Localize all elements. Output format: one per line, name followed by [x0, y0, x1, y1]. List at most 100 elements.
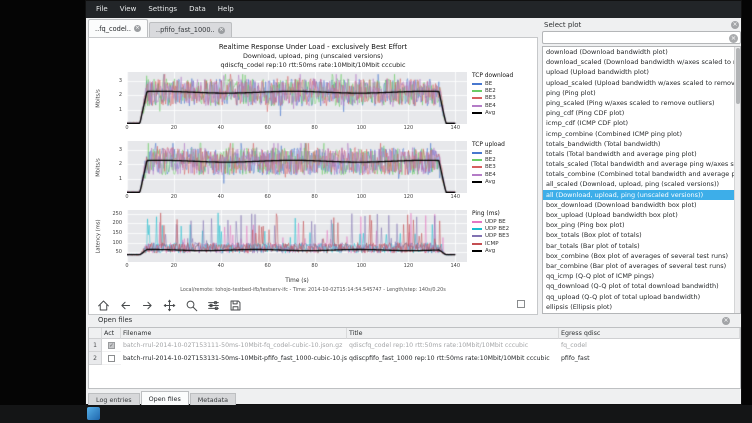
column-header-egress-qdisc[interactable]: Egress qdisc	[559, 328, 740, 339]
back-icon[interactable]	[119, 297, 132, 310]
dock-tab-open-files[interactable]: Open files	[141, 391, 189, 406]
plot-canvas-1[interactable]	[127, 72, 467, 124]
menu-data[interactable]: Data	[183, 1, 212, 18]
act-cell: ✓	[102, 339, 121, 352]
x-tick: 100	[357, 125, 367, 131]
legend-label: BE	[485, 81, 492, 87]
plot-list-item[interactable]: qq_upload (Q-Q plot of total upload band…	[543, 292, 740, 302]
plot-list-scrollbar[interactable]	[734, 47, 740, 313]
y-tick: 3	[119, 78, 122, 84]
figure-subtitle-2: qdiscfq_codel rep:10 rtt:50ms rate:10Mbi…	[91, 61, 535, 69]
plot-option-checkbox[interactable]	[517, 300, 525, 308]
save-icon[interactable]	[229, 297, 242, 310]
plot-list-item[interactable]: box_ping (Ping box plot)	[543, 220, 740, 230]
y-axis-label: Latency (ms)	[96, 215, 103, 259]
x-tick: 140	[450, 125, 460, 131]
menu-file[interactable]: File	[90, 1, 114, 18]
zoom-icon[interactable]	[185, 297, 198, 310]
plot-list-item[interactable]: box_combine (Box plot of averages of sev…	[543, 251, 740, 261]
column-header-title[interactable]: Title	[347, 328, 559, 339]
plot-list-item[interactable]: ping_cdf (Ping CDF plot)	[543, 108, 740, 118]
plot-list-item[interactable]: all_scaled (Download, upload, ping (scal…	[543, 179, 740, 189]
legend-label: BE3	[485, 95, 496, 101]
plot-canvas-2[interactable]	[127, 141, 467, 193]
title-cell: qdiscfq_codel rep:10 rtt:50ms rate:10Mbi…	[347, 339, 559, 352]
plot-list-item[interactable]: totals_scaled (Total bandwidth and avera…	[543, 159, 740, 169]
plot-list-item[interactable]: ping_scaled (Ping w/axes scaled to remov…	[543, 98, 740, 108]
file-tab-1[interactable]: ..fq_codel..×	[88, 19, 148, 37]
plot-list-item[interactable]: all (Download, upload, ping (unscaled ve…	[543, 190, 740, 200]
legend-swatch	[472, 221, 482, 223]
plot-list-item[interactable]: icmp_combine (Combined ICMP ping plot)	[543, 129, 740, 139]
column-header-act[interactable]: Act	[102, 328, 121, 339]
legend-label: UDP BE2	[485, 226, 509, 232]
plot-list-item[interactable]: bar_totals (Bar plot of totals)	[543, 241, 740, 251]
y-tick: 100	[112, 240, 122, 246]
plot-list-item[interactable]: download_scaled (Download bandwidth w/ax…	[543, 57, 740, 67]
tab-close-icon[interactable]: ×	[218, 27, 225, 34]
legend-item: ICMP	[472, 240, 534, 247]
plot-list-item[interactable]: ellipsis (Ellipsis plot)	[543, 302, 740, 312]
plot-list-item[interactable]: upload (Upload bandwidth plot)	[543, 67, 740, 77]
plot-list-item[interactable]: upload_scaled (Upload bandwidth w/axes s…	[543, 78, 740, 88]
menu-settings[interactable]: Settings	[142, 1, 183, 18]
menu-help[interactable]: Help	[212, 1, 240, 18]
plot-list-item[interactable]: icmp_cdf (ICMP CDF plot)	[543, 118, 740, 128]
file-tab-2[interactable]: ..pfifo_fast_1000..×	[149, 22, 232, 37]
legend-item: BE2	[472, 87, 534, 94]
legend-title: Ping (ms)	[472, 211, 534, 217]
panel-close-icon[interactable]: ×	[731, 21, 739, 29]
table-row[interactable]: 1✓batch-rrul-2014-10-02T153111-50ms-10Mb…	[89, 339, 740, 352]
configure-icon[interactable]	[207, 297, 220, 310]
y-tick: 150	[112, 230, 122, 236]
legend-item: BE3	[472, 164, 534, 171]
plot-list-item[interactable]: box_upload (Upload bandwidth box plot)	[543, 210, 740, 220]
filename-cell: batch-rrul-2014-10-02T153111-50ms-10Mbit…	[121, 339, 347, 352]
home-icon[interactable]	[97, 297, 110, 310]
plot-list-item[interactable]: totals_combine (Combined total bandwidth…	[543, 169, 740, 179]
plot-list-item[interactable]: bar_combine (Bar plot of averages of sev…	[543, 261, 740, 271]
plot-list-item[interactable]: download (Download bandwidth plot)	[543, 47, 740, 57]
x-tick: 40	[218, 194, 224, 200]
plot-list-item[interactable]: box_download (Download bandwidth box plo…	[543, 200, 740, 210]
plot-filter-input[interactable]	[545, 32, 725, 43]
forward-icon[interactable]	[141, 297, 154, 310]
y-tick: 2	[119, 92, 122, 98]
pan-icon[interactable]	[163, 297, 176, 310]
x-tick: 120	[404, 125, 414, 131]
legend-item: BE2	[472, 156, 534, 163]
column-header-filename[interactable]: Filename	[121, 328, 347, 339]
legend-item: Avg	[472, 248, 534, 255]
table-row[interactable]: 2batch-rrul-2014-10-02T153131-50ms-10Mbi…	[89, 352, 740, 365]
plot-list-item[interactable]: totals (Total bandwidth and average ping…	[543, 149, 740, 159]
clear-filter-icon[interactable]: ×	[729, 34, 738, 43]
dock-close-icon[interactable]: ×	[722, 317, 730, 325]
legend-swatch	[472, 166, 482, 168]
plot-list-item[interactable]: box_totals (Box plot of totals)	[543, 230, 740, 240]
legend-item: BE4	[472, 171, 534, 178]
legend-label: BE4	[485, 103, 496, 109]
y-axis-label: Mbits/s	[96, 146, 103, 190]
scrollbar-thumb[interactable]	[736, 48, 740, 104]
plot-list-item[interactable]: qq_download (Q-Q plot of total download …	[543, 281, 740, 291]
x-tick: 120	[404, 194, 414, 200]
plot-filter-box: ×	[542, 31, 741, 44]
act-checkbox[interactable]: ✓	[108, 342, 115, 349]
table-header-row: ActFilenameTitleEgress qdisc	[89, 328, 740, 339]
tab-close-icon[interactable]: ×	[134, 25, 141, 32]
legend: TCP downloadBEBE2BE3BE4Avg	[472, 73, 534, 117]
subplot-1: Mbits/s123020406080100120140TCP download…	[91, 72, 535, 139]
plot-list-item[interactable]: qq_icmp (Q-Q plot of ICMP pings)	[543, 271, 740, 281]
act-checkbox[interactable]	[108, 355, 115, 362]
plot-list-item[interactable]: ping (Ping plot)	[543, 88, 740, 98]
x-tick: 120	[404, 263, 414, 269]
corner-cell	[89, 328, 102, 339]
y-tick: 250	[112, 211, 122, 217]
menu-view[interactable]: View	[114, 1, 143, 18]
plot-list-item[interactable]: totals_bandwidth (Total bandwidth)	[543, 139, 740, 149]
plot-canvas-3[interactable]	[127, 210, 467, 262]
plot-list: download (Download bandwidth plot)downlo…	[542, 46, 741, 314]
y-tick: 50	[116, 249, 122, 255]
taskbar-app-icon[interactable]	[87, 407, 100, 420]
x-axis-label: Time (s)	[127, 278, 467, 284]
